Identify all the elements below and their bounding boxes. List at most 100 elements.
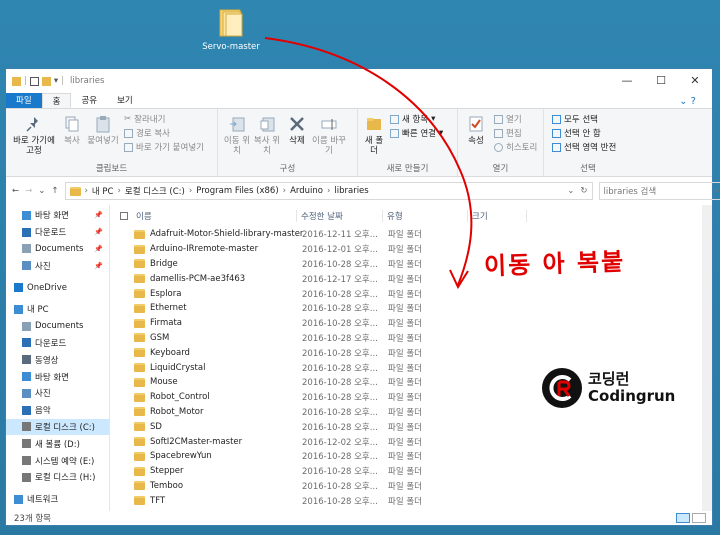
large-icons-view-icon[interactable]: [692, 513, 706, 523]
breadcrumb-item[interactable]: 로컬 디스크 (C:): [125, 185, 185, 197]
recent-dropdown-icon[interactable]: ⌄: [38, 186, 45, 196]
easy-access-button[interactable]: 빠른 연결 ▾: [390, 127, 443, 139]
copy-to-icon: [258, 115, 276, 133]
pin-label: 바로 가기에 고정: [13, 136, 55, 156]
maximize-button[interactable]: ☐: [644, 69, 678, 93]
vertical-scrollbar[interactable]: [702, 205, 712, 511]
history-label: 히스토리: [506, 143, 538, 153]
minimize-button[interactable]: —: [610, 69, 644, 93]
column-date[interactable]: 수정한 날짜: [296, 210, 382, 222]
nav-item[interactable]: 내 PC: [6, 301, 109, 318]
select-all-button[interactable]: 모두 선택: [552, 113, 616, 125]
breadcrumb-item[interactable]: Arduino: [290, 186, 323, 196]
file-name: Esplora: [150, 288, 182, 299]
nav-item-label: 동영상: [35, 355, 59, 366]
forward-arrow-icon[interactable]: →: [25, 186, 32, 196]
nav-item[interactable]: Documents: [6, 318, 109, 335]
nav-item[interactable]: 다운로드: [6, 335, 109, 352]
nav-item[interactable]: 시스템 예약 (E:): [6, 452, 109, 469]
refresh-icon[interactable]: ↻: [580, 186, 591, 196]
address-dropdown-icon[interactable]: ⌄: [567, 186, 576, 196]
table-row[interactable]: SD 2016-10-28 오후... 파일 폴더: [110, 419, 712, 434]
drive-icon: [22, 439, 31, 449]
column-name[interactable]: 이름: [110, 210, 296, 222]
nav-item[interactable]: 음악: [6, 402, 109, 419]
address-bar[interactable]: › 내 PC › 로컬 디스크 (C:) › Program Files (x8…: [64, 182, 593, 200]
nav-item[interactable]: 로컬 디스크 (C:): [6, 418, 109, 436]
nav-item[interactable]: 로컬 디스크 (H:): [6, 469, 109, 486]
nav-item[interactable]: 사진: [6, 385, 109, 402]
table-row[interactable]: Adafruit-Motor-Shield-library-master 2016…: [110, 227, 712, 242]
folder-icon: [134, 229, 145, 239]
file-name: Mouse: [150, 377, 178, 388]
nav-item-label: 시스템 예약 (E:): [35, 456, 95, 467]
file-name-cell: damellis-PCM-ae3f463: [110, 274, 296, 284]
breadcrumb-item[interactable]: libraries: [334, 186, 368, 196]
back-arrow-icon[interactable]: ←: [12, 186, 19, 196]
easy-access-icon: [390, 128, 399, 138]
clipboard-group: 바로 가기에 고정 복사 붙여넣기 ✂ 잘라내기 경로 복사 바로 가기 붙여넣기…: [6, 109, 218, 176]
table-row[interactable]: TFT 2016-10-28 오후... 파일 폴더: [110, 493, 712, 508]
table-row[interactable]: Temboo 2016-10-28 오후... 파일 폴더: [110, 479, 712, 494]
tab-view[interactable]: 보기: [107, 93, 143, 108]
file-date: 2016-10-28 오후...: [302, 319, 378, 330]
up-arrow-icon[interactable]: ↑: [51, 186, 58, 196]
nav-item[interactable]: 다운로드 📌: [6, 224, 109, 241]
history-button[interactable]: 히스토리: [494, 141, 537, 153]
invert-selection-button[interactable]: 선택 영역 반전: [552, 141, 616, 153]
details-view-icon[interactable]: [676, 513, 690, 523]
nav-item[interactable]: Documents 📌: [6, 241, 109, 258]
select-all-checkbox[interactable]: [120, 212, 128, 220]
breadcrumb-item[interactable]: Program Files (x86): [196, 186, 278, 196]
table-row[interactable]: Esplora 2016-10-28 오후... 파일 폴더: [110, 286, 712, 301]
cut-button[interactable]: ✂ 잘라내기: [124, 113, 204, 125]
table-row[interactable]: Firmata 2016-10-28 오후... 파일 폴더: [110, 316, 712, 331]
nav-item[interactable]: 바탕 화면 📌: [6, 207, 109, 224]
paste-shortcut-button[interactable]: 바로 가기 붙여넣기: [124, 141, 204, 153]
paste-icon: [94, 115, 112, 133]
table-row[interactable]: GSM 2016-10-28 오후... 파일 폴더: [110, 331, 712, 346]
file-name: SoftI2CMaster-master: [150, 436, 243, 447]
file-name: Stepper: [150, 466, 184, 477]
table-row[interactable]: Ethernet 2016-10-28 오후... 파일 폴더: [110, 301, 712, 316]
folder-icon: [134, 481, 145, 491]
open-label: 열기: [506, 115, 522, 125]
properties-check-icon: [467, 115, 485, 133]
documents-icon: [22, 321, 31, 331]
tab-home[interactable]: 홈: [41, 93, 72, 108]
open-button[interactable]: 열기: [494, 113, 537, 125]
table-row[interactable]: SoftI2CMaster-master 2016-12-02 오후... 파일 폴…: [110, 434, 712, 449]
folder-icon: [134, 289, 145, 299]
nav-item[interactable]: 새 볼륨 (D:): [6, 435, 109, 452]
close-button[interactable]: ✕: [678, 69, 712, 93]
table-row[interactable]: Stepper 2016-10-28 오후... 파일 폴더: [110, 464, 712, 479]
copy-path-button[interactable]: 경로 복사: [124, 127, 204, 139]
desktop-folder-icon[interactable]: Servo-master: [200, 8, 262, 52]
select-none-button[interactable]: 선택 안 함: [552, 127, 616, 139]
edit-button[interactable]: 편집: [494, 127, 537, 139]
nav-item[interactable]: 바탕 화면: [6, 368, 109, 385]
nav-item[interactable]: 네트워크: [6, 491, 109, 508]
file-type: 파일 폴더: [388, 348, 422, 359]
tab-share[interactable]: 공유: [71, 93, 107, 108]
column-type[interactable]: 유형: [382, 210, 467, 222]
file-type: 파일 폴더: [388, 230, 422, 241]
file-date: 2016-10-28 오후...: [302, 481, 378, 492]
new-item-button[interactable]: 새 항목 ▾: [390, 113, 443, 125]
nav-item[interactable]: OneDrive: [6, 279, 109, 296]
file-name-cell: SpacebrewYun: [110, 451, 296, 461]
column-size[interactable]: 크기: [467, 210, 527, 222]
dropdown-arrow-icon[interactable]: ▾: [54, 76, 58, 86]
nav-item[interactable]: 동영상: [6, 351, 109, 368]
breadcrumb-item[interactable]: 내 PC: [92, 185, 114, 197]
tab-file[interactable]: 파일: [6, 93, 42, 108]
search-input[interactable]: libraries 검색 ⌕: [598, 182, 720, 200]
properties-check-icon[interactable]: [29, 76, 39, 86]
nav-item-label: 새 볼륨 (D:): [35, 439, 80, 450]
help-icon[interactable]: ⌄ ?: [669, 94, 706, 110]
table-row[interactable]: Keyboard 2016-10-28 오후... 파일 폴더: [110, 345, 712, 360]
nav-item[interactable]: 사진 📌: [6, 257, 109, 274]
new-folder-icon[interactable]: [41, 76, 51, 86]
folder-icon: [134, 363, 145, 373]
table-row[interactable]: SpacebrewYun 2016-10-28 오후... 파일 폴더: [110, 449, 712, 464]
